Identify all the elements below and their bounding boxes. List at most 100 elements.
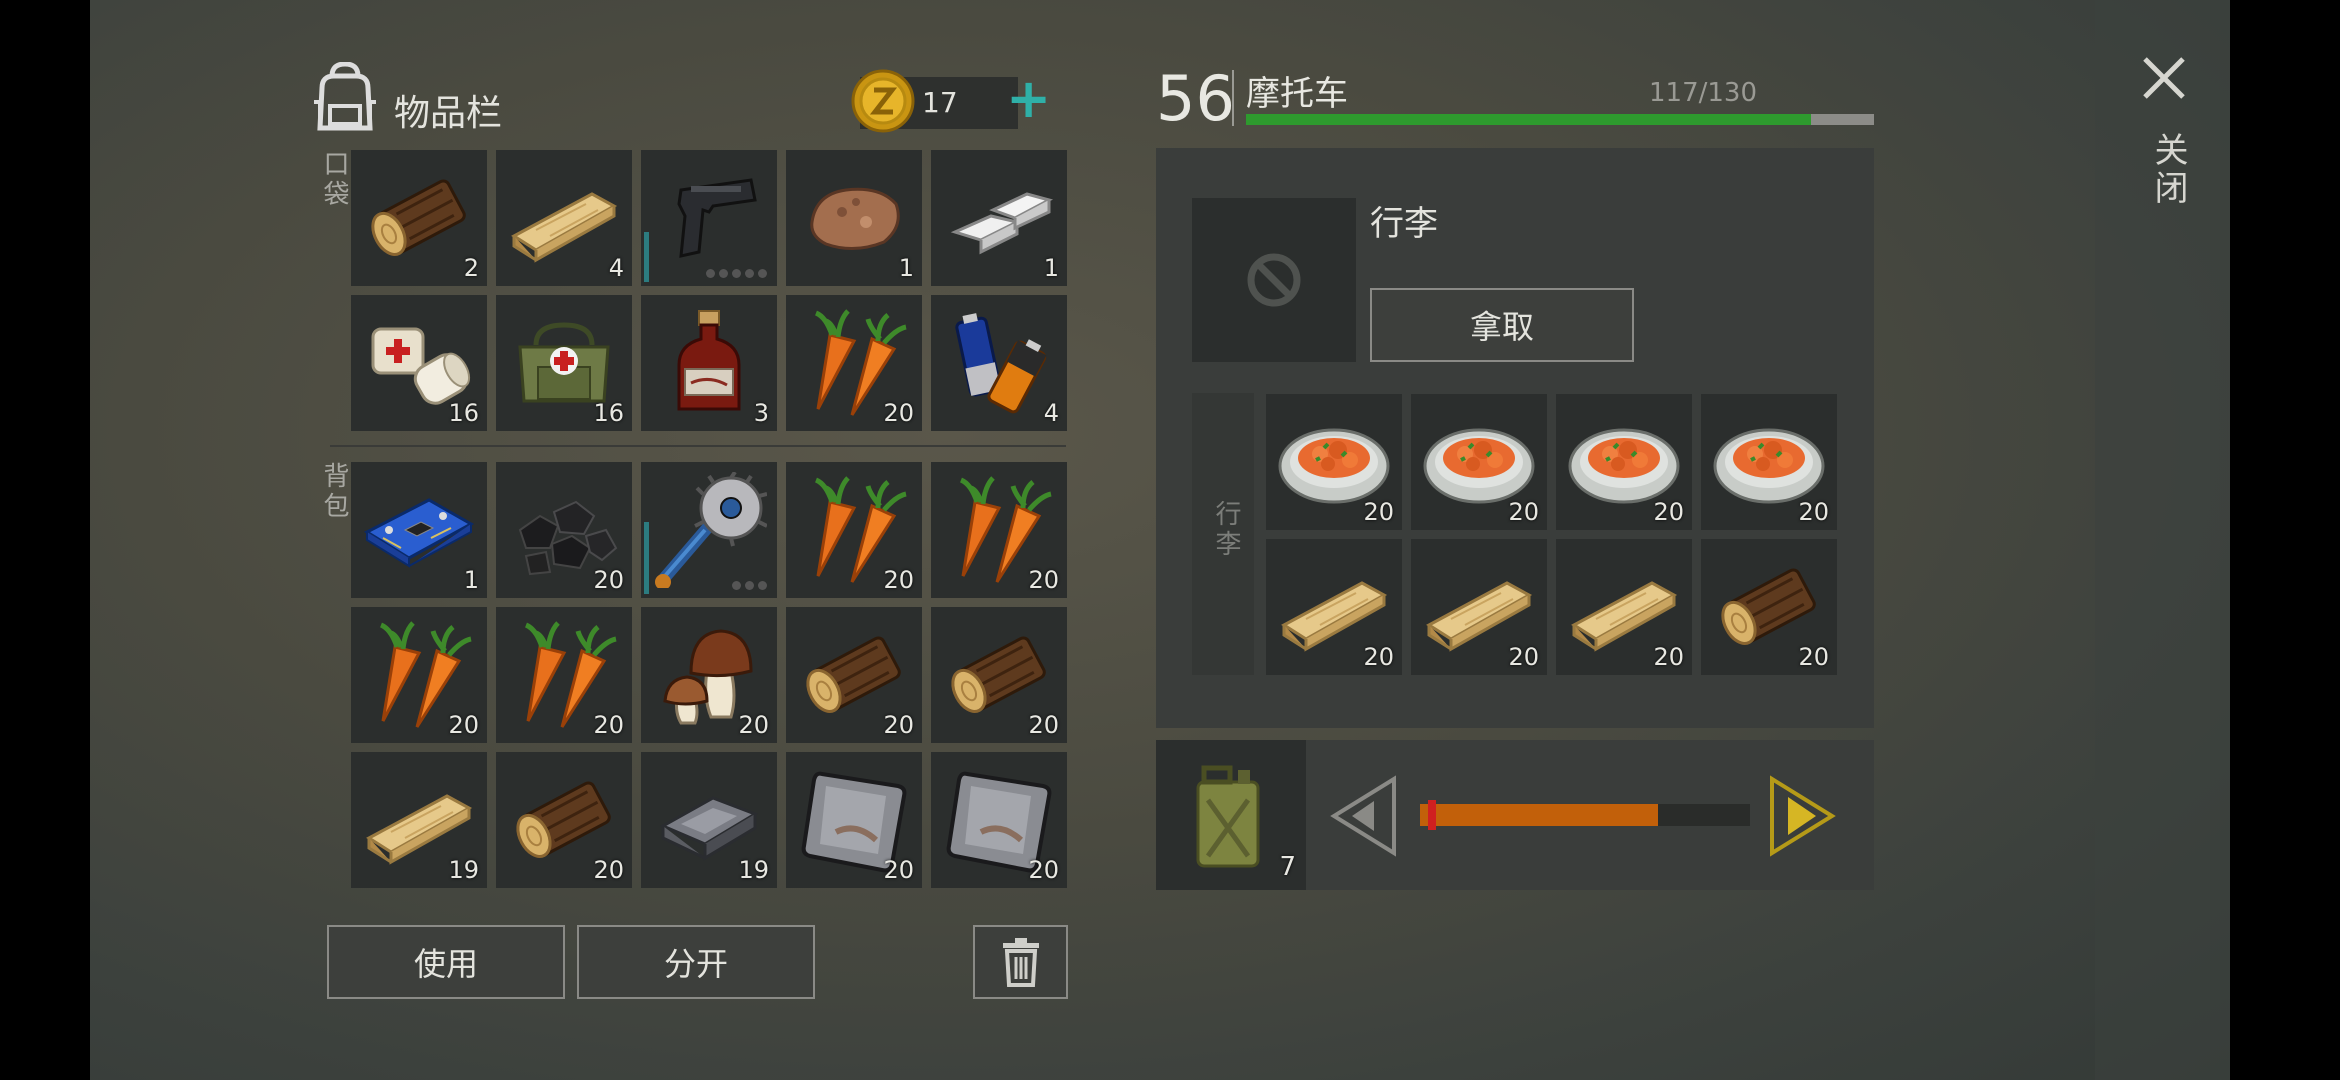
fuel-marker — [1428, 800, 1436, 830]
item-qty: 1 — [898, 254, 914, 282]
item-qty: 2 — [463, 254, 479, 282]
circuit-board-icon — [363, 498, 475, 568]
item-qty: 20 — [1363, 498, 1394, 526]
close-icon[interactable] — [2142, 56, 2186, 100]
pistol-icon — [677, 178, 757, 258]
item-slot-stone[interactable]: 1 — [786, 150, 922, 286]
fuel-left-arrow[interactable] — [1328, 775, 1398, 857]
game-screen: 物品栏 17 + 口袋 背包 2 4 1 1 16 16 3 20 4 1 20 20 20 20 20 2… — [90, 0, 2230, 1080]
item-slot-metal-plate[interactable]: 20 — [931, 752, 1067, 888]
item-slot-circuit-board[interactable]: 1 — [351, 462, 487, 598]
section-divider — [330, 445, 1066, 447]
item-qty: 4 — [608, 254, 624, 282]
item-slot-pistol[interactable] — [641, 150, 777, 286]
durability-indicator — [644, 522, 649, 594]
take-button[interactable]: 拿取 — [1370, 288, 1634, 362]
item-slot-medkit-bag[interactable]: 16 — [496, 295, 632, 431]
item-qty: 20 — [1028, 711, 1059, 739]
use-button[interactable]: 使用 — [327, 925, 565, 999]
item-qty: 20 — [738, 711, 769, 739]
durability-fill — [1246, 114, 1812, 125]
item-slot-plank[interactable]: 19 — [351, 752, 487, 888]
coin-count: 17 — [922, 86, 958, 119]
item-slot-food-plate[interactable]: 20 — [1701, 394, 1837, 530]
ammo-dots — [732, 581, 767, 590]
fuel-bar[interactable] — [1420, 800, 1750, 830]
log-icon — [371, 179, 466, 256]
item-slot-coal[interactable]: 20 — [496, 462, 632, 598]
plank-icon — [511, 192, 618, 263]
item-qty: 20 — [593, 566, 624, 594]
item-qty: 20 — [1363, 643, 1394, 671]
item-slot-saw-tool[interactable] — [641, 462, 777, 598]
item-qty: 20 — [1653, 498, 1684, 526]
item-qty: 20 — [593, 711, 624, 739]
item-slot-plank[interactable]: 4 — [496, 150, 632, 286]
item-slot-log[interactable]: 20 — [496, 752, 632, 888]
item-qty: 19 — [738, 856, 769, 884]
item-slot-iron-bar[interactable]: 1 — [931, 150, 1067, 286]
inventory-title: 物品栏 — [394, 93, 503, 134]
no-entry-icon — [1247, 253, 1301, 307]
jerrycan-icon — [1196, 765, 1260, 868]
item-qty: 20 — [1028, 856, 1059, 884]
item-slot-carrot[interactable]: 20 — [496, 607, 632, 743]
saw-tool-icon — [655, 472, 767, 588]
item-slot-spirit-bottle[interactable]: 3 — [641, 295, 777, 431]
fuel-fill — [1420, 804, 1658, 826]
backpack-label: 背包 — [319, 462, 349, 522]
item-slot-carrot[interactable]: 20 — [351, 607, 487, 743]
item-qty: 20 — [883, 566, 914, 594]
item-slot-plank[interactable]: 20 — [1411, 539, 1547, 675]
item-slot-food-plate[interactable]: 20 — [1266, 394, 1402, 530]
item-slot-food-plate[interactable]: 20 — [1556, 394, 1692, 530]
item-slot-plank[interactable]: 20 — [1556, 539, 1692, 675]
item-slot-battery[interactable]: 4 — [931, 295, 1067, 431]
backpack-icon — [314, 62, 376, 131]
item-slot-plank[interactable]: 20 — [1266, 539, 1402, 675]
item-qty: 16 — [448, 399, 479, 427]
item-slot-carrot[interactable]: 20 — [786, 295, 922, 431]
battery-icon — [955, 313, 1047, 414]
item-slot-log[interactable]: 20 — [786, 607, 922, 743]
item-qty: 20 — [883, 856, 914, 884]
trash-icon — [1002, 938, 1039, 987]
item-slot-log[interactable]: 20 — [1701, 539, 1837, 675]
iron-bar-icon — [950, 192, 1054, 255]
item-qty: 4 — [1043, 399, 1059, 427]
item-qty: 20 — [1653, 643, 1684, 671]
z-coin-icon — [851, 69, 915, 133]
luggage-title: 行李 — [1370, 204, 1438, 244]
item-qty: 20 — [1028, 566, 1059, 594]
item-slot-food-plate[interactable]: 20 — [1411, 394, 1547, 530]
item-qty: 20 — [593, 856, 624, 884]
vehicle-name: 摩托车 — [1246, 74, 1348, 114]
item-slot-carrot[interactable]: 20 — [786, 462, 922, 598]
item-qty: 20 — [883, 711, 914, 739]
fuel-right-arrow[interactable] — [1768, 775, 1838, 857]
split-button[interactable]: 分开 — [577, 925, 815, 999]
close-label[interactable]: 关闭 — [2144, 132, 2193, 208]
item-slot-log[interactable]: 2 — [351, 150, 487, 286]
pocket-label: 口袋 — [319, 150, 349, 210]
fuel-qty: 7 — [1279, 852, 1296, 882]
spirit-bottle-icon — [677, 310, 741, 411]
trash-button[interactable] — [973, 925, 1068, 999]
add-coins-button[interactable]: + — [1006, 68, 1051, 130]
item-slot-log[interactable]: 20 — [931, 607, 1067, 743]
item-slot-iron-ingot[interactable]: 19 — [641, 752, 777, 888]
fuel-slot[interactable]: 7 — [1156, 740, 1306, 890]
item-qty: 3 — [753, 399, 769, 427]
item-qty: 20 — [1508, 643, 1539, 671]
stone-icon — [810, 187, 900, 250]
vehicle-durability-text: 117/130 — [1648, 78, 1757, 108]
item-slot-bandage[interactable]: 16 — [351, 295, 487, 431]
durability-indicator — [644, 232, 649, 282]
item-qty: 20 — [448, 711, 479, 739]
item-qty: 1 — [463, 566, 479, 594]
item-qty: 20 — [1508, 498, 1539, 526]
item-slot-metal-plate[interactable]: 20 — [786, 752, 922, 888]
item-slot-carrot[interactable]: 20 — [931, 462, 1067, 598]
item-qty: 20 — [1798, 498, 1829, 526]
item-slot-mushroom[interactable]: 20 — [641, 607, 777, 743]
